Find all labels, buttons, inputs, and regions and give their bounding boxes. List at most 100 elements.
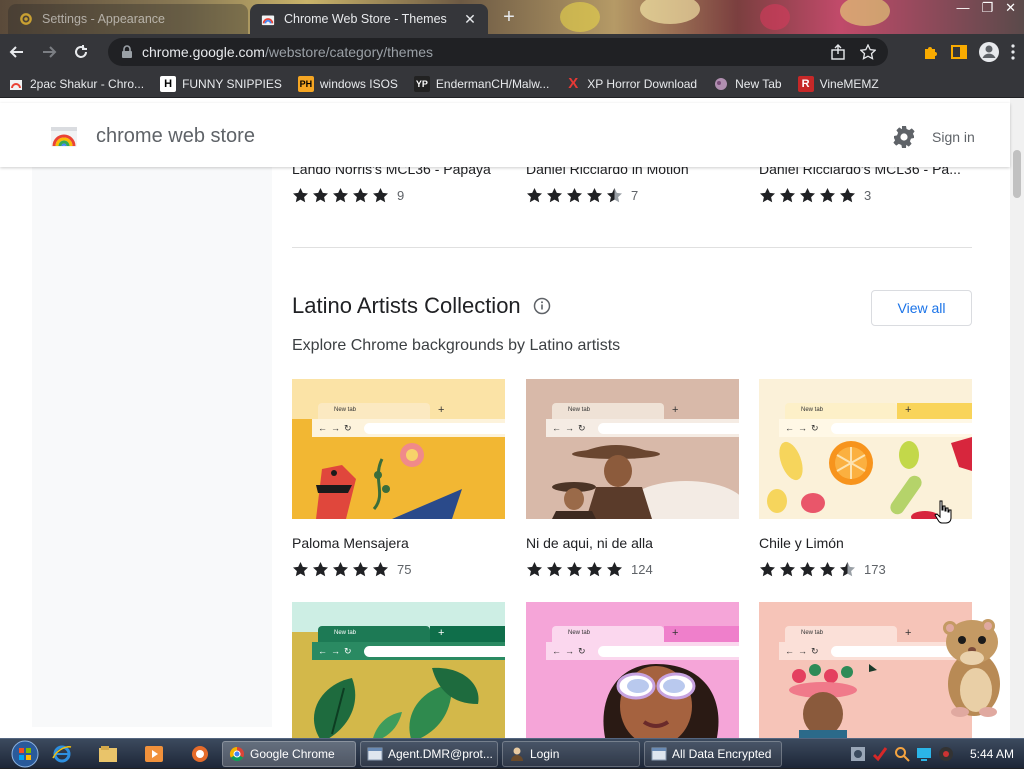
task-label: Login (530, 746, 560, 761)
web-store-icon (260, 11, 276, 27)
tray-app-icon[interactable] (850, 746, 866, 762)
tab-web-store[interactable]: Chrome Web Store - Themes ✕ (250, 4, 488, 34)
bookmark-item[interactable]: H FUNNY SNIPPIES (160, 75, 282, 92)
sign-in-link[interactable]: Sign in (932, 129, 975, 145)
side-panel-icon[interactable] (950, 43, 968, 61)
theme-item[interactable]: Daniel Ricciardo's MCL36 - Pa... 3 (759, 161, 972, 204)
taskbar-button-chrome[interactable]: Google Chrome (222, 740, 356, 767)
mini-nav-icon: ←→↻ (552, 646, 590, 656)
star-icon (760, 188, 775, 203)
tray-monitor-icon[interactable] (916, 746, 932, 762)
theme-card[interactable]: New tab + ←→↻ (759, 379, 972, 578)
folder-icon (99, 745, 117, 762)
back-arrow-icon (9, 46, 23, 58)
bookmark-star-icon[interactable] (860, 44, 876, 60)
rating-count: 9 (397, 188, 405, 203)
theme-thumbnail: New tab + ←→↻ (292, 379, 505, 519)
back-button[interactable] (2, 37, 32, 67)
store-header: chrome web store Sign in (0, 103, 1010, 167)
bookmark-item[interactable]: YP EndermanCH/Malw... (413, 75, 550, 92)
mini-nav-icon: ←→↻ (318, 646, 356, 656)
app-quicklaunch[interactable] (188, 743, 212, 765)
tray-disc-icon[interactable] (938, 746, 954, 762)
store-title[interactable]: chrome web store (96, 125, 255, 148)
star-icon (567, 562, 582, 577)
share-icon[interactable] (830, 44, 846, 60)
star-icon (293, 188, 308, 203)
star-rating (526, 187, 623, 204)
tab-settings[interactable]: Settings - Appearance (8, 4, 248, 34)
start-button[interactable] (0, 739, 50, 769)
star-icon (820, 562, 835, 577)
theme-card[interactable]: New tab + ←→↻ (526, 602, 739, 738)
bookmark-label: windows ISOS (319, 76, 398, 91)
star-icon (780, 188, 795, 203)
taskbar-button-agent[interactable]: Agent.DMR@prot... (360, 740, 498, 767)
mini-tab: New tab (318, 626, 430, 642)
star-icon (527, 562, 542, 577)
url-host: chrome.google.com (142, 44, 265, 60)
address-bar[interactable]: chrome.google.com/webstore/category/them… (108, 38, 888, 66)
maximize-icon[interactable]: ❐ (981, 0, 993, 18)
explorer-quicklaunch[interactable] (96, 743, 120, 765)
close-window-icon[interactable]: ✕ (1005, 0, 1016, 18)
window-icon (367, 747, 383, 760)
more-menu-icon[interactable] (1010, 43, 1016, 61)
theme-card[interactable]: New tab + ←→↻ Ni de aqui, ni de alla 124 (526, 379, 739, 578)
rating: 75 (292, 561, 505, 578)
bookmark-item[interactable]: X XP Horror Download (565, 75, 697, 92)
app-icon (192, 745, 208, 762)
star-icon (547, 562, 562, 577)
new-tab-button[interactable]: + (498, 7, 520, 29)
taskbar-button-login[interactable]: Login (502, 740, 640, 767)
task-label: Agent.DMR@prot... (388, 746, 493, 761)
scrollbar-thumb[interactable] (1013, 150, 1021, 198)
theme-item[interactable]: Lando Norris's MCL36 - Papaya 9 (292, 161, 505, 204)
theme-name: Paloma Mensajera (292, 535, 409, 551)
mini-tab: New tab (552, 626, 664, 642)
media-quicklaunch[interactable] (142, 743, 166, 765)
portrait-artwork (603, 664, 719, 738)
forward-button[interactable] (34, 37, 64, 67)
info-icon[interactable] (533, 297, 551, 315)
theme-card[interactable]: New tab + ←→↻ (292, 602, 505, 738)
star-icon (373, 562, 388, 577)
star-icon (760, 562, 775, 577)
bookmark-item[interactable]: 2pac Shakur - Chro... (8, 76, 144, 92)
reload-button[interactable] (66, 37, 96, 67)
hamster-mascot (943, 619, 1000, 717)
minimize-icon[interactable]: — (956, 0, 969, 18)
taskbar-button-encrypted[interactable]: All Data Encrypted (644, 740, 782, 767)
user-icon (511, 747, 523, 761)
leaves-artwork (313, 667, 479, 738)
bookmark-item[interactable]: New Tab (713, 76, 782, 92)
windows-orb-icon (11, 740, 39, 767)
bookmark-item[interactable]: PH windows ISOS (297, 75, 398, 92)
web-store-logo-icon[interactable] (50, 125, 78, 147)
tray-check-icon[interactable] (872, 746, 888, 762)
extensions-icon[interactable] (922, 43, 940, 61)
star-icon (333, 562, 348, 577)
bookmark-item[interactable]: R VineMEMZ (797, 75, 879, 92)
mini-omnibox (598, 646, 739, 657)
yp-logo-icon: YP (413, 75, 430, 92)
bookmark-label: EndermanCH/Malw... (435, 76, 550, 91)
star-icon (527, 188, 542, 203)
settings-gear-icon[interactable] (892, 125, 916, 149)
x-logo-icon: X (568, 75, 579, 92)
gear-icon (18, 11, 34, 27)
profile-avatar-icon[interactable] (978, 41, 1000, 63)
theme-item[interactable]: Daniel Ricciardo in Motion 7 (526, 161, 739, 204)
close-tab-icon[interactable]: ✕ (462, 11, 478, 28)
page-scrollbar[interactable] (1010, 98, 1024, 738)
mini-omnibox (364, 646, 505, 657)
clock[interactable]: 5:44 AM (970, 747, 1014, 761)
view-all-button[interactable]: View all (871, 290, 972, 326)
ie-quicklaunch[interactable] (50, 743, 74, 765)
mini-omnibox (364, 423, 505, 434)
tray-search-icon[interactable] (894, 746, 910, 762)
mini-tab: New tab (318, 403, 430, 419)
mini-plus-icon: + (905, 404, 912, 416)
theme-name: Ni de aqui, ni de alla (526, 535, 653, 551)
theme-card[interactable]: New tab + ←→↻ Paloma Mensajera 75 (292, 379, 505, 578)
